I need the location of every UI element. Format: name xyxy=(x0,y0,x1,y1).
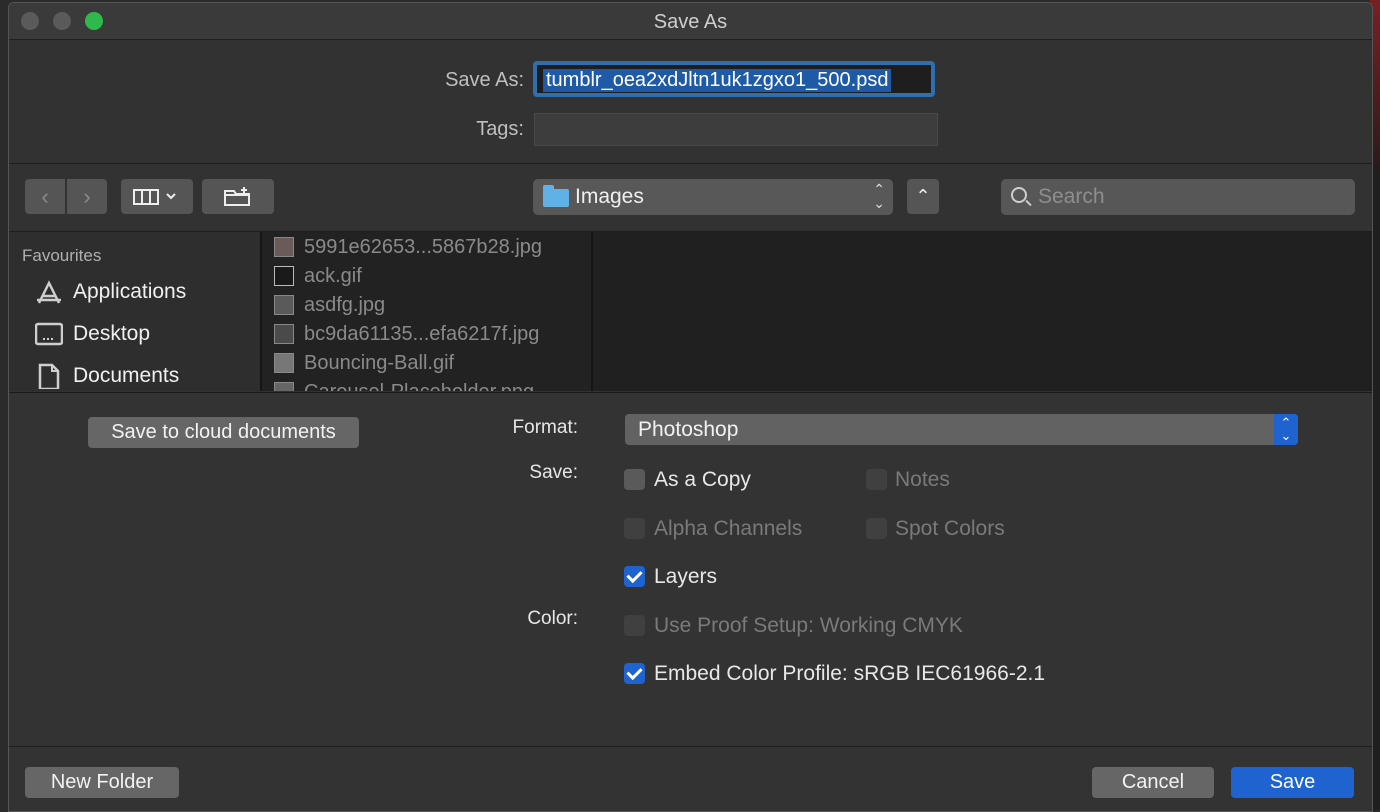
image-file-icon xyxy=(274,295,294,315)
documents-icon xyxy=(38,363,60,389)
forward-button[interactable]: › xyxy=(67,179,107,214)
view-mode-button[interactable] xyxy=(121,179,193,214)
column-view-icon xyxy=(133,189,176,205)
tags-label: Tags: xyxy=(476,118,524,140)
save-label: Save: xyxy=(529,462,578,483)
window-title: Save As xyxy=(653,11,728,33)
image-file-icon xyxy=(274,382,294,391)
bottom-bar: New Folder Cancel Save xyxy=(9,746,1372,811)
image-file-icon xyxy=(274,324,294,344)
save-as-dialog: Save As Save As: tumblr_oea2xdJltn1uk1zg… xyxy=(8,2,1373,812)
photoshop-options: Save to cloud documents Format: Photosho… xyxy=(9,392,1372,747)
file-name: Carousel-Placeholder.png xyxy=(304,381,534,391)
desktop-icon xyxy=(35,322,63,346)
spot-colors-label: Spot Colors xyxy=(895,517,1005,540)
divider xyxy=(9,163,1372,164)
list-item[interactable]: ack.gif xyxy=(272,263,591,292)
sidebar-item-desktop[interactable]: Desktop xyxy=(35,318,255,352)
notes-label: Notes xyxy=(895,468,950,491)
sidebar-item-label: Documents xyxy=(73,364,180,387)
spot-colors-checkbox[interactable] xyxy=(866,518,887,539)
list-item[interactable]: asdfg.jpg xyxy=(272,292,591,321)
format-label: Format: xyxy=(512,417,578,438)
as-a-copy-checkbox[interactable] xyxy=(624,469,645,490)
sidebar-item-label: Applications xyxy=(73,280,187,303)
as-a-copy-label: As a Copy xyxy=(654,468,751,491)
gif-file-icon xyxy=(274,353,294,373)
applications-icon xyxy=(37,280,61,304)
use-proof-setup-label: Use Proof Setup: Working CMYK xyxy=(654,614,963,637)
search-icon xyxy=(1011,187,1027,203)
save-as-value[interactable]: tumblr_oea2xdJltn1uk1zgxo1_500.psd xyxy=(543,69,892,92)
format-select[interactable]: Photoshop ⌃ ⌄ xyxy=(625,414,1298,445)
collapse-browser-button[interactable]: ⌃ xyxy=(907,179,939,214)
folder-icon xyxy=(543,185,569,207)
new-folder-icon xyxy=(224,187,250,206)
back-button[interactable]: ‹ xyxy=(25,179,65,214)
location-label: Images xyxy=(575,185,644,208)
sidebar-heading: Favourites xyxy=(22,246,102,265)
preview-column xyxy=(593,232,1372,391)
list-item[interactable]: bc9da61135...efa6217f.jpg xyxy=(272,321,591,350)
layers-checkbox[interactable] xyxy=(624,566,645,587)
sidebar-item-documents[interactable]: Documents xyxy=(35,360,255,394)
sidebar-item-applications[interactable]: Applications xyxy=(35,276,255,310)
notes-checkbox[interactable] xyxy=(866,469,887,490)
image-file-icon xyxy=(274,237,294,257)
updown-chevron-icon: ⌃ ⌄ xyxy=(1274,414,1298,445)
list-item[interactable]: 5991e62653...5867b28.jpg xyxy=(272,234,591,263)
save-to-cloud-button[interactable]: Save to cloud documents xyxy=(88,417,359,448)
search-field[interactable]: Search xyxy=(1001,179,1355,215)
file-name: Bouncing-Ball.gif xyxy=(304,352,455,374)
file-name: bc9da61135...efa6217f.jpg xyxy=(304,323,540,345)
sidebar-item-label: Desktop xyxy=(73,322,151,345)
embed-color-profile-checkbox[interactable] xyxy=(624,663,645,684)
embed-color-profile-label: Embed Color Profile: sRGB IEC61966-2.1 xyxy=(654,662,1046,685)
file-name: asdfg.jpg xyxy=(304,294,386,316)
file-list: 5991e62653...5867b28.jpg ack.gif asdfg.j… xyxy=(260,232,593,391)
new-folder-button[interactable]: New Folder xyxy=(25,767,179,798)
cancel-button[interactable]: Cancel xyxy=(1092,767,1214,798)
color-label: Color: xyxy=(527,608,578,629)
updown-chevron-icon: ⌃ ⌄ xyxy=(873,181,885,211)
chevron-up-icon: ⌃ xyxy=(915,186,931,206)
search-placeholder: Search xyxy=(1038,185,1105,208)
sidebar: Favourites Applications Desktop Document… xyxy=(9,232,260,391)
location-popup[interactable]: Images ⌃ ⌄ xyxy=(533,179,893,215)
title-bar: Save As xyxy=(9,3,1372,40)
format-value: Photoshop xyxy=(638,418,739,441)
save-button[interactable]: Save xyxy=(1231,767,1354,798)
list-item[interactable]: Bouncing-Ball.gif xyxy=(272,350,591,379)
file-name: ack.gif xyxy=(304,265,362,287)
tags-field[interactable] xyxy=(534,113,938,146)
new-folder-toolbar-button[interactable] xyxy=(202,179,274,214)
alpha-channels-label: Alpha Channels xyxy=(654,517,803,540)
layers-label: Layers xyxy=(654,565,718,588)
file-name: 5991e62653...5867b28.jpg xyxy=(304,236,543,258)
save-as-field[interactable]: tumblr_oea2xdJltn1uk1zgxo1_500.psd xyxy=(533,61,935,97)
list-item[interactable]: Carousel-Placeholder.png xyxy=(272,379,591,391)
use-proof-setup-checkbox[interactable] xyxy=(624,615,645,636)
gif-file-icon xyxy=(274,266,294,286)
chevron-right-icon: › xyxy=(83,184,91,209)
chevron-left-icon: ‹ xyxy=(41,184,49,209)
alpha-channels-checkbox[interactable] xyxy=(624,518,645,539)
save-as-label: Save As: xyxy=(445,69,524,91)
